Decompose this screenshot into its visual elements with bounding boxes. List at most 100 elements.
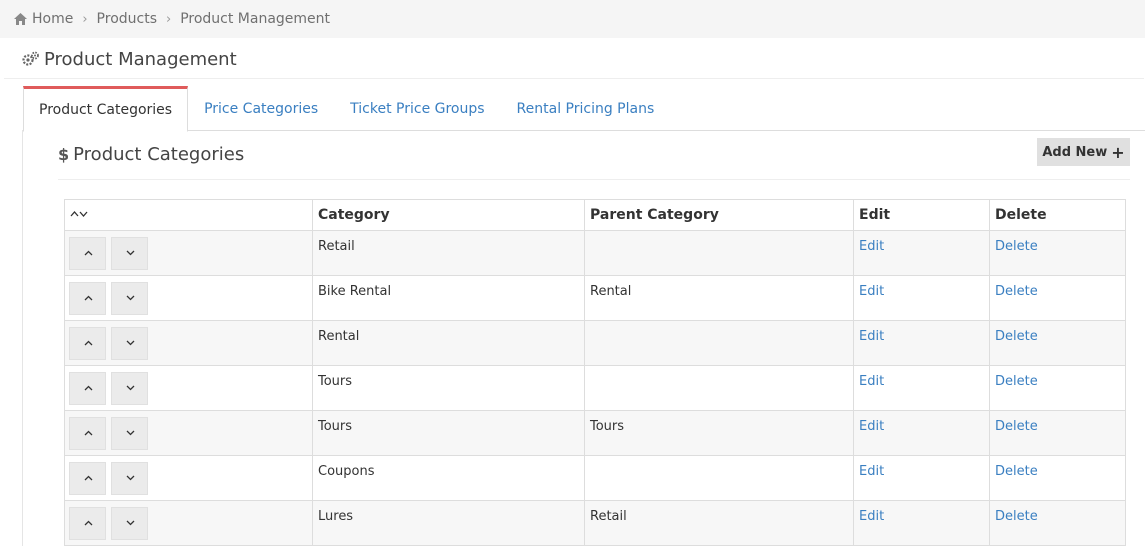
delete-link[interactable]: Delete (995, 374, 1038, 389)
edit-link[interactable]: Edit (859, 329, 884, 344)
category-cell: Rental (312, 320, 585, 366)
chevron-up-icon (84, 250, 93, 256)
category-cell: Tours (312, 365, 585, 411)
parent-category-cell (584, 230, 854, 276)
table-row: Lures Retail Edit Delete (64, 500, 1126, 546)
delete-cell: Delete (989, 275, 1126, 321)
move-up-button[interactable] (69, 237, 106, 270)
table-row: Retail Edit Delete (64, 230, 1126, 276)
delete-link[interactable]: Delete (995, 329, 1038, 344)
row-order-cell (64, 320, 313, 366)
row-order-cell (64, 365, 313, 411)
move-up-button[interactable] (69, 372, 106, 405)
edit-link[interactable]: Edit (859, 284, 884, 299)
row-order-cell (64, 500, 313, 546)
categories-table: Category Parent Category Edit Delete Ret… (64, 199, 1126, 546)
category-cell: Retail (312, 230, 585, 276)
move-up-button[interactable] (69, 282, 106, 315)
delete-cell: Delete (989, 500, 1126, 546)
move-down-button[interactable] (111, 282, 148, 315)
add-new-button[interactable]: Add New + (1037, 138, 1130, 166)
table-body: Retail Edit Delete Bike Rental Rental Edit Del… (64, 230, 1126, 546)
page-header: Product Management (4, 40, 1144, 79)
move-down-button[interactable] (111, 507, 148, 540)
delete-cell: Delete (989, 365, 1126, 411)
edit-link[interactable]: Edit (859, 419, 884, 434)
edit-link[interactable]: Edit (859, 464, 884, 479)
delete-link[interactable]: Delete (995, 239, 1038, 254)
chevron-down-icon (126, 385, 135, 391)
tab-product-categories[interactable]: Product Categories (23, 86, 189, 132)
chevron-down-icon (126, 340, 135, 346)
edit-cell: Edit (853, 365, 990, 411)
divider (58, 179, 1130, 180)
delete-link[interactable]: Delete (995, 464, 1038, 479)
edit-cell: Edit (853, 275, 990, 321)
category-cell: Lures (312, 500, 585, 546)
table-header-row: Category Parent Category Edit Delete (64, 199, 1126, 231)
parent-category-cell: Rental (584, 275, 854, 321)
table-row: Tours Tours Edit Delete (64, 410, 1126, 456)
edit-cell: Edit (853, 320, 990, 366)
sort-icon (70, 211, 88, 217)
edit-cell: Edit (853, 410, 990, 456)
move-down-button[interactable] (111, 462, 148, 495)
parent-category-column-header[interactable]: Parent Category (584, 199, 854, 231)
edit-column-header: Edit (853, 199, 990, 231)
parent-category-cell: Retail (584, 500, 854, 546)
tab-rental-pricing-plans[interactable]: Rental Pricing Plans (501, 86, 671, 131)
delete-cell: Delete (989, 455, 1126, 501)
chevron-up-icon (84, 295, 93, 301)
table-row: Tours Edit Delete (64, 365, 1126, 411)
sort-column-header[interactable] (64, 199, 313, 231)
home-icon[interactable] (14, 13, 27, 25)
move-up-button[interactable] (69, 417, 106, 450)
category-column-header[interactable]: Category (312, 199, 585, 231)
section-title: $ Product Categories (58, 144, 244, 165)
dollar-icon: $ (58, 145, 70, 164)
parent-category-cell (584, 365, 854, 411)
move-up-button[interactable] (69, 507, 106, 540)
chevron-down-icon (126, 520, 135, 526)
move-down-button[interactable] (111, 417, 148, 450)
edit-link[interactable]: Edit (859, 509, 884, 524)
move-up-button[interactable] (69, 327, 106, 360)
breadcrumb-home[interactable]: Home (32, 11, 73, 27)
delete-link[interactable]: Delete (995, 509, 1038, 524)
chevron-down-icon (126, 475, 135, 481)
edit-cell: Edit (853, 500, 990, 546)
table-row: Coupons Edit Delete (64, 455, 1126, 501)
delete-cell: Delete (989, 230, 1126, 276)
category-cell: Tours (312, 410, 585, 456)
delete-link[interactable]: Delete (995, 284, 1038, 299)
delete-column-header: Delete (989, 199, 1126, 231)
tab-price-categories[interactable]: Price Categories (188, 86, 334, 131)
edit-link[interactable]: Edit (859, 374, 884, 389)
row-order-cell (64, 455, 313, 501)
section-title-text: Product Categories (73, 144, 245, 165)
edit-link[interactable]: Edit (859, 239, 884, 254)
plus-icon: + (1111, 142, 1125, 162)
chevron-right-icon: › (82, 11, 88, 27)
move-down-button[interactable] (111, 327, 148, 360)
edit-cell: Edit (853, 230, 990, 276)
delete-link[interactable]: Delete (995, 419, 1038, 434)
chevron-down-icon (126, 430, 135, 436)
breadcrumb-products[interactable]: Products (97, 11, 157, 27)
add-new-label: Add New (1042, 144, 1108, 160)
chevron-up-icon (84, 520, 93, 526)
delete-cell: Delete (989, 320, 1126, 366)
chevron-up-icon (84, 430, 93, 436)
move-down-button[interactable] (111, 372, 148, 405)
category-cell: Bike Rental (312, 275, 585, 321)
move-up-button[interactable] (69, 462, 106, 495)
row-order-cell (64, 230, 313, 276)
gears-icon (22, 51, 40, 67)
content-border (22, 130, 23, 546)
chevron-down-icon (126, 250, 135, 256)
move-down-button[interactable] (111, 237, 148, 270)
chevron-up-icon (84, 475, 93, 481)
tab-ticket-price-groups[interactable]: Ticket Price Groups (334, 86, 500, 131)
page-title: Product Management (44, 48, 237, 70)
row-order-cell (64, 275, 313, 321)
